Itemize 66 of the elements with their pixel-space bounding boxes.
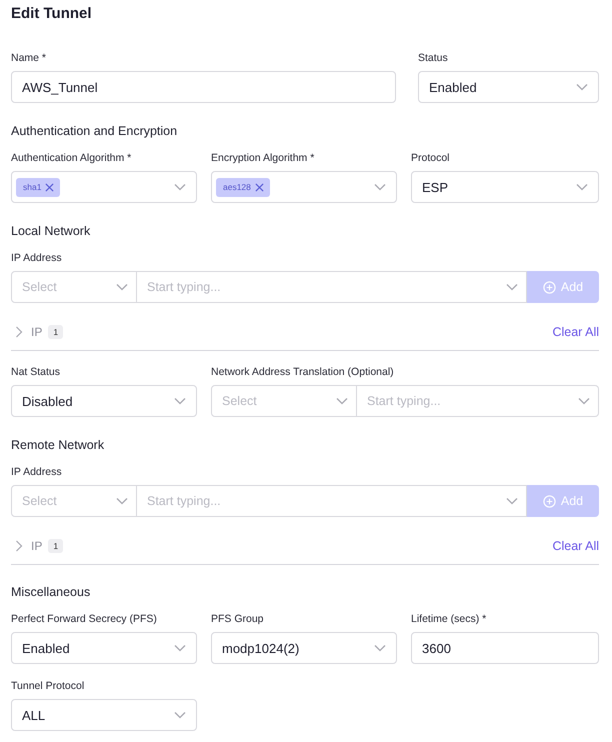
field-label: Nat Status xyxy=(11,365,62,379)
select-value: Disabled xyxy=(22,394,73,408)
clear-all-link[interactable]: Clear All xyxy=(552,325,599,339)
chevron-icon[interactable] xyxy=(15,540,23,552)
chevron-down-icon xyxy=(116,497,128,505)
select-value: modp1024(2) xyxy=(222,640,300,656)
page-title: Edit Tunnel xyxy=(11,4,93,24)
section-heading: Miscellaneous xyxy=(11,584,92,601)
select-field[interactable]: ESP xyxy=(411,171,599,203)
select-value: ALL xyxy=(22,708,46,722)
plus-circle-icon xyxy=(542,280,556,294)
multi-select-field[interactable]: sha1 xyxy=(11,171,197,203)
select-field[interactable]: modp1024(2) xyxy=(211,632,397,664)
chevron-down-icon xyxy=(174,644,186,652)
section-heading: Local Network xyxy=(11,223,92,240)
chevron-down-icon xyxy=(374,183,386,191)
field-label: IP Address xyxy=(11,251,63,265)
field-label: IP Address xyxy=(11,465,63,479)
field-label: Perfect Forward Secrecy (PFS) xyxy=(11,612,158,626)
chevron-down-icon xyxy=(506,283,518,291)
select-field[interactable]: Enabled xyxy=(11,632,197,664)
select-placeholder: Select xyxy=(22,280,57,294)
chevron-icon[interactable] xyxy=(15,326,23,338)
chevron-down-icon xyxy=(174,183,186,191)
chevron-down-icon xyxy=(174,397,186,405)
tag-label: sha1 xyxy=(23,182,42,192)
clear-all-link[interactable]: Clear All xyxy=(552,539,599,553)
chevron-down-icon xyxy=(336,397,348,405)
select-value: Enabled xyxy=(429,80,477,94)
text-field[interactable]: 3600 xyxy=(411,632,599,664)
close-icon[interactable] xyxy=(45,182,54,192)
field-label: PFS Group xyxy=(211,612,265,626)
chevron-down-icon xyxy=(578,397,590,405)
field-label: Tunnel Protocol xyxy=(11,679,86,693)
search-field[interactable]: Start typing... xyxy=(357,385,599,417)
select-value: ESP xyxy=(422,180,448,194)
plus-circle-icon xyxy=(542,494,556,508)
close-icon[interactable] xyxy=(254,182,264,192)
list-label: IP xyxy=(31,539,42,553)
select-placeholder: Select xyxy=(22,494,57,508)
chevron-down-icon xyxy=(576,83,588,91)
multi-select-field[interactable]: aes128 xyxy=(211,171,397,203)
text-field[interactable]: AWS_Tunnel xyxy=(11,71,396,103)
field-label: Status xyxy=(418,51,449,65)
select-field[interactable]: ALL xyxy=(11,699,197,731)
chevron-down-icon xyxy=(506,497,518,505)
field-label: Protocol xyxy=(411,151,451,165)
section-heading: Authentication and Encryption xyxy=(11,123,178,140)
section-heading: Remote Network xyxy=(11,437,106,454)
select-field[interactable]: Disabled xyxy=(11,385,197,417)
field-label: Authentication Algorithm * xyxy=(11,151,132,165)
chevron-down-icon xyxy=(374,644,386,652)
chevron-down-icon xyxy=(116,283,128,291)
field-label: Encryption Algorithm * xyxy=(211,151,316,165)
chevron-down-icon xyxy=(576,183,588,191)
select-value: Enabled xyxy=(22,640,70,656)
count-badge: 1 xyxy=(48,539,64,553)
select-field[interactable]: Enabled xyxy=(418,71,599,103)
list-label: IP xyxy=(31,325,42,339)
tag-label: aes128 xyxy=(223,182,251,192)
field-label: Network Address Translation (Optional) xyxy=(211,365,395,379)
chevron-down-icon xyxy=(174,711,186,719)
field-label: Name * xyxy=(11,51,48,65)
field-label: Lifetime (secs) * xyxy=(411,612,488,626)
select-placeholder: Select xyxy=(222,394,257,408)
count-badge: 1 xyxy=(48,325,64,339)
